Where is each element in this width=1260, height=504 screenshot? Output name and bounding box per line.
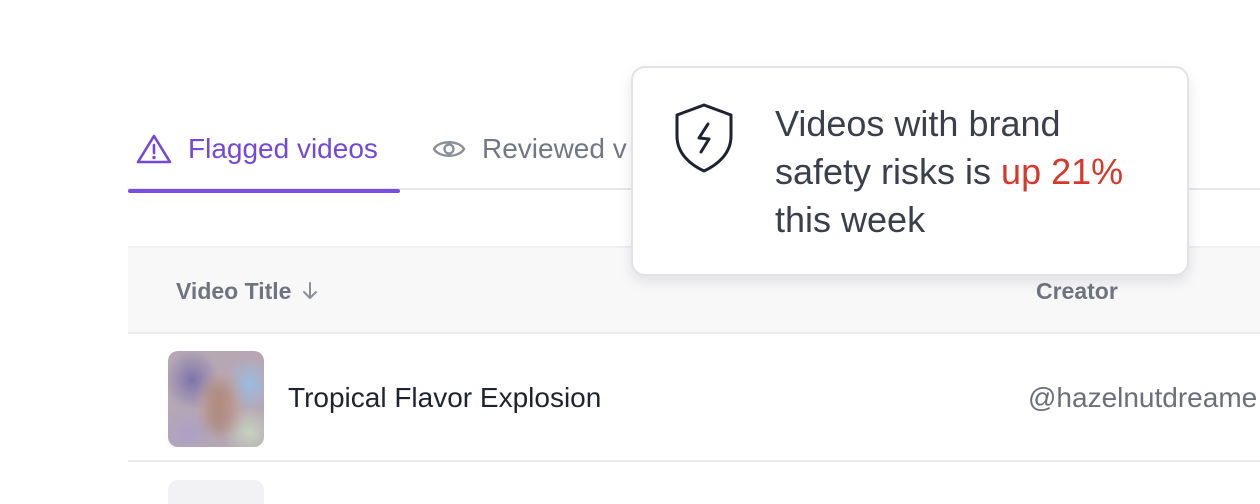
video-title[interactable]: Tropical Flavor Explosion xyxy=(288,334,601,462)
tab-flagged-videos[interactable]: Flagged videos xyxy=(128,108,400,193)
arrow-down-icon xyxy=(301,281,319,301)
eye-icon xyxy=(432,137,466,161)
video-thumbnail[interactable] xyxy=(168,351,264,447)
video-thumbnail[interactable] xyxy=(168,480,264,504)
tab-reviewed-videos-label: Reviewed v xyxy=(482,133,627,164)
insight-callout: Videos with brand safety risks is up 21%… xyxy=(631,66,1189,276)
videos-table: Video Title Creator Tropical Flavor Expl… xyxy=(128,246,1260,504)
tab-reviewed-videos[interactable]: Reviewed v xyxy=(432,108,627,190)
column-header-video-title-label: Video Title xyxy=(176,277,292,304)
shield-lightning-icon xyxy=(671,102,737,174)
table-row[interactable]: Tropical Flavor Explosion @hazelnutdream… xyxy=(128,334,1260,462)
warning-triangle-icon xyxy=(136,133,172,165)
callout-text-end: this week xyxy=(775,199,926,240)
tab-flagged-videos-label: Flagged videos xyxy=(188,133,378,164)
callout-highlight: up 21% xyxy=(1001,151,1124,192)
column-header-video-title[interactable]: Video Title xyxy=(176,248,319,334)
creator-handle[interactable]: @hazelnutdreame xyxy=(1028,334,1257,462)
page: Flagged videos Reviewed v Video Title Cr… xyxy=(0,0,1260,504)
callout-message: Videos with brand safety risks is up 21%… xyxy=(775,100,1165,244)
